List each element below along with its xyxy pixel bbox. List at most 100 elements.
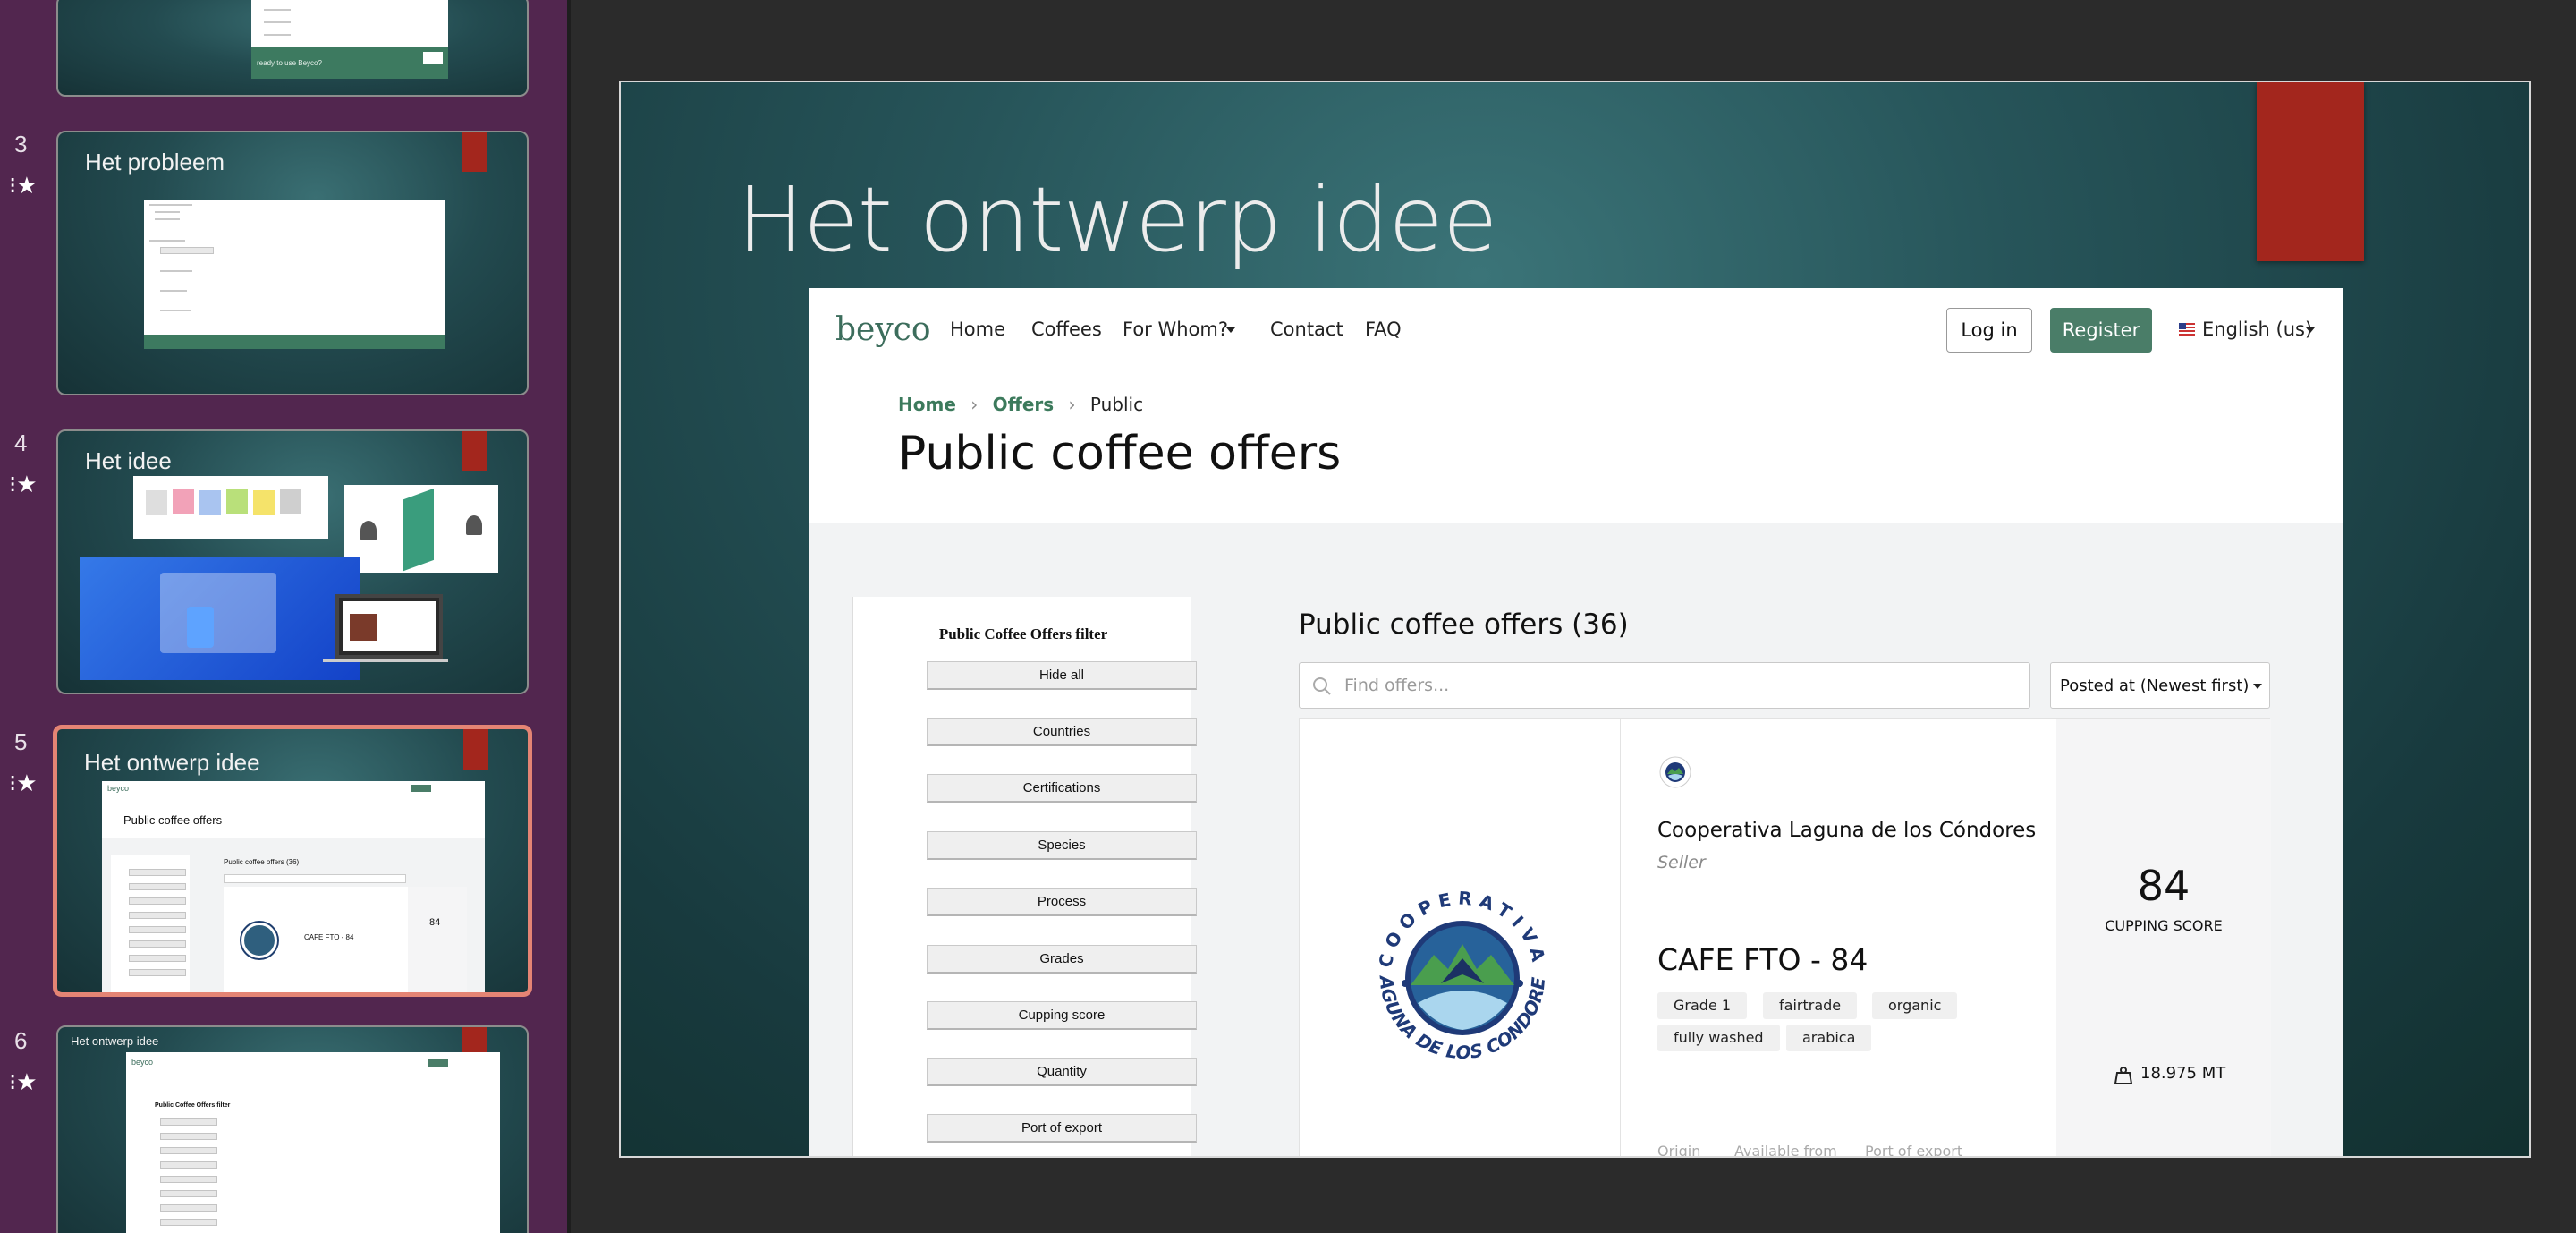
seller-name: Cooperativa Laguna de los Cóndores — [1657, 819, 2037, 842]
language-selector: English (us) — [2202, 319, 2313, 340]
filter-quantity: Quantity — [927, 1058, 1197, 1086]
slide-thumbnail-2[interactable]: ready to use Beyco? — [56, 0, 529, 97]
nav-faq: FAQ — [1365, 319, 1402, 340]
slide-title[interactable]: Het ontwerp idee — [737, 167, 1497, 272]
animation-star-icon: ⁝★ — [9, 1068, 38, 1095]
cupping-score-value: 84 — [2137, 862, 2190, 910]
search-icon — [1313, 677, 1331, 695]
thumb-filter-title: Public Coffee Offers filter — [155, 1102, 231, 1109]
chevron-down-icon — [2253, 684, 2262, 689]
blue-app-screenshot — [80, 557, 360, 680]
tag-process: fully washed — [1657, 1025, 1780, 1051]
filter-species: Species — [927, 831, 1197, 860]
thumb-heading: Public coffee offers — [123, 813, 223, 827]
meta-origin: Origin — [1657, 1143, 1701, 1158]
meta-port-of-export: Port of export — [1865, 1143, 1963, 1158]
laptop-base — [323, 659, 448, 662]
filter-countries: Countries — [927, 718, 1197, 746]
slide-number-3: 3 — [14, 131, 28, 157]
website-header: beyco Home Coffees For Whom? Contact FAQ… — [809, 288, 2343, 523]
filter-cupping-score: Cupping score — [927, 1001, 1197, 1030]
beyco-logo: beyco — [835, 311, 931, 348]
offer-card: COOPERATIVA LAGUNA DE LOS CONDORES — [1299, 718, 2271, 1158]
offers-heading: Public coffee offers (36) — [1299, 608, 1629, 641]
panel-divider[interactable] — [567, 0, 571, 1233]
slide-number-4: 4 — [14, 429, 28, 456]
thumb-title: Het probleem — [85, 149, 225, 175]
cupping-score-label: CUPPING SCORE — [2105, 917, 2223, 934]
ribbon-shape[interactable] — [2257, 82, 2364, 261]
breadcrumb-current: Public — [1089, 394, 1144, 415]
breadcrumb-offers: Offers — [992, 394, 1055, 415]
thumb-title: Het ontwerp idee — [84, 749, 260, 776]
card-divider — [1620, 719, 1621, 1156]
thumb-score: 84 — [429, 917, 441, 928]
slide-thumbnail-4[interactable]: Het idee — [56, 429, 529, 694]
weight-icon — [2114, 1067, 2133, 1084]
search-input: Find offers... — [1299, 662, 2030, 709]
tag-fairtrade: fairtrade — [1763, 992, 1858, 1019]
thumb-offers-heading: Public coffee offers (36) — [224, 858, 300, 866]
thumb-footer-text: ready to use Beyco? — [257, 59, 322, 67]
thumb-footer-bar: ready to use Beyco? — [251, 47, 448, 79]
tag-organic: organic — [1872, 992, 1958, 1019]
animation-star-icon: ⁝★ — [9, 471, 38, 497]
thumb-page-image — [251, 0, 448, 47]
animation-star-icon: ⁝★ — [9, 770, 38, 796]
breadcrumb-separator: › — [970, 394, 979, 415]
chevron-down-icon — [1226, 327, 1235, 333]
nav-home: Home — [950, 319, 1006, 340]
slide-thumbnail-5-selected[interactable]: Het ontwerp idee beyco Public coffee off… — [53, 725, 532, 997]
laptop-image — [335, 594, 443, 659]
slide-number-5: 5 — [14, 728, 28, 755]
filter-panel: Public Coffee Offers filter Hide all Cou… — [852, 597, 1197, 1156]
slide-navigator[interactable]: ready to use Beyco? 3 ⁝★ Het probleem 4 … — [0, 0, 567, 1233]
breadcrumb-home: Home — [898, 394, 956, 415]
page-title: Public coffee offers — [898, 427, 1342, 480]
quantity-value: 18.975 MT — [2140, 1064, 2226, 1083]
meta-available-from: Available from — [1734, 1143, 1837, 1158]
cooperativa-logo-image: COOPERATIVA LAGUNA DE LOS CONDORES — [1355, 869, 1549, 1063]
thumb-page-image — [144, 200, 445, 335]
nav-contact: Contact — [1270, 319, 1343, 340]
register-button: Register — [2050, 308, 2152, 353]
slide-thumbnail-3[interactable]: Het probleem — [56, 131, 529, 395]
nav-coffees: Coffees — [1031, 319, 1102, 340]
search-placeholder: Find offers... — [1344, 676, 1450, 695]
ribbon-shape — [462, 132, 487, 172]
login-button: Log in — [1946, 308, 2032, 353]
tag-grade: Grade 1 — [1657, 992, 1748, 1019]
thumb-title: Het ontwerp idee — [71, 1034, 159, 1048]
thumb-product: CAFE FTO - 84 — [304, 933, 354, 941]
tag-species: arabica — [1786, 1025, 1872, 1051]
sort-value: Posted at (Newest first) — [2060, 676, 2250, 695]
filter-port-of-export: Port of export — [927, 1114, 1197, 1143]
score-panel: 84 CUPPING SCORE 18.975 MT — [2056, 719, 2271, 1156]
slide-number-6: 6 — [14, 1027, 28, 1054]
seller-avatar-icon — [1659, 756, 1691, 788]
breadcrumb-separator: › — [1068, 394, 1076, 415]
nav-for-whom: For Whom? — [1123, 319, 1229, 340]
website-screenshot[interactable]: beyco Home Coffees For Whom? Contact FAQ… — [809, 288, 2343, 1158]
thumb-website-preview: beyco Public coffee offers Public coffee… — [102, 781, 485, 992]
us-flag-icon — [2179, 323, 2195, 336]
seller-role: Seller — [1657, 853, 1706, 872]
slide-canvas[interactable]: Het ontwerp idee beyco Home Coffees For … — [619, 81, 2531, 1158]
breadcrumb: Home › Offers › Public — [898, 394, 1143, 415]
animation-star-icon: ⁝★ — [9, 172, 38, 199]
filter-process: Process — [927, 888, 1197, 916]
ribbon-shape — [462, 431, 487, 471]
ribbon-shape — [462, 1027, 487, 1052]
chevron-down-icon — [2306, 327, 2315, 333]
thumb-website-preview: beyco Public Coffee Offers filter — [126, 1052, 500, 1233]
slide-thumbnail-6[interactable]: Het ontwerp idee beyco Public Coffee Off… — [56, 1025, 529, 1233]
filter-hide-all: Hide all — [927, 661, 1197, 690]
filter-certifications: Certifications — [927, 774, 1197, 803]
product-name: CAFE FTO - 84 — [1657, 942, 1868, 977]
people-illustration-image — [344, 485, 498, 573]
ribbon-shape — [463, 729, 488, 770]
thumb-footer-bar — [144, 335, 445, 349]
thumb-title: Het idee — [85, 447, 172, 474]
sort-select: Posted at (Newest first) — [2050, 662, 2270, 709]
filter-grades: Grades — [927, 945, 1197, 974]
